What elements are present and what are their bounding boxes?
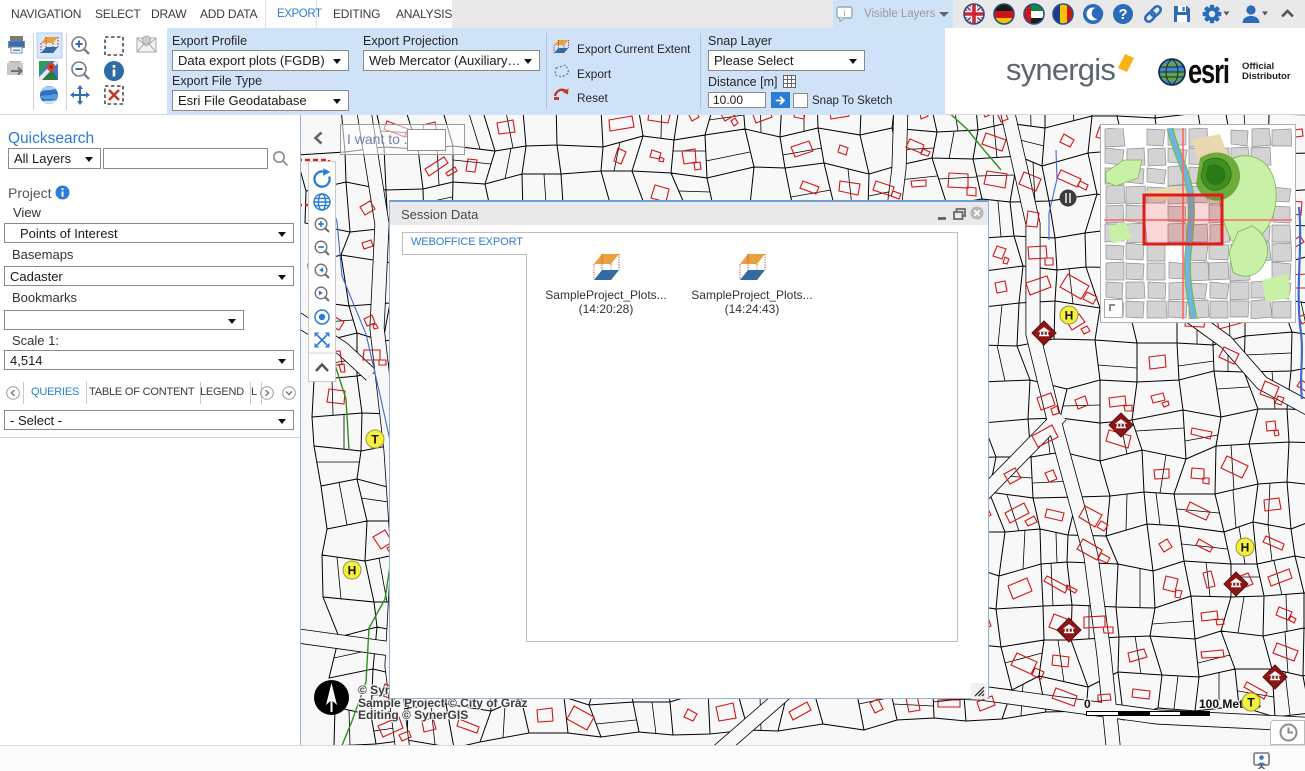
svg-text:?: ? (1119, 7, 1128, 23)
svg-text:T: T (371, 433, 379, 447)
svg-text:H: H (348, 564, 357, 578)
svg-text:i: i (844, 8, 846, 18)
svg-text:H: H (1065, 309, 1074, 323)
svg-text:H: H (1241, 541, 1250, 555)
svg-text:T: T (1247, 696, 1255, 710)
